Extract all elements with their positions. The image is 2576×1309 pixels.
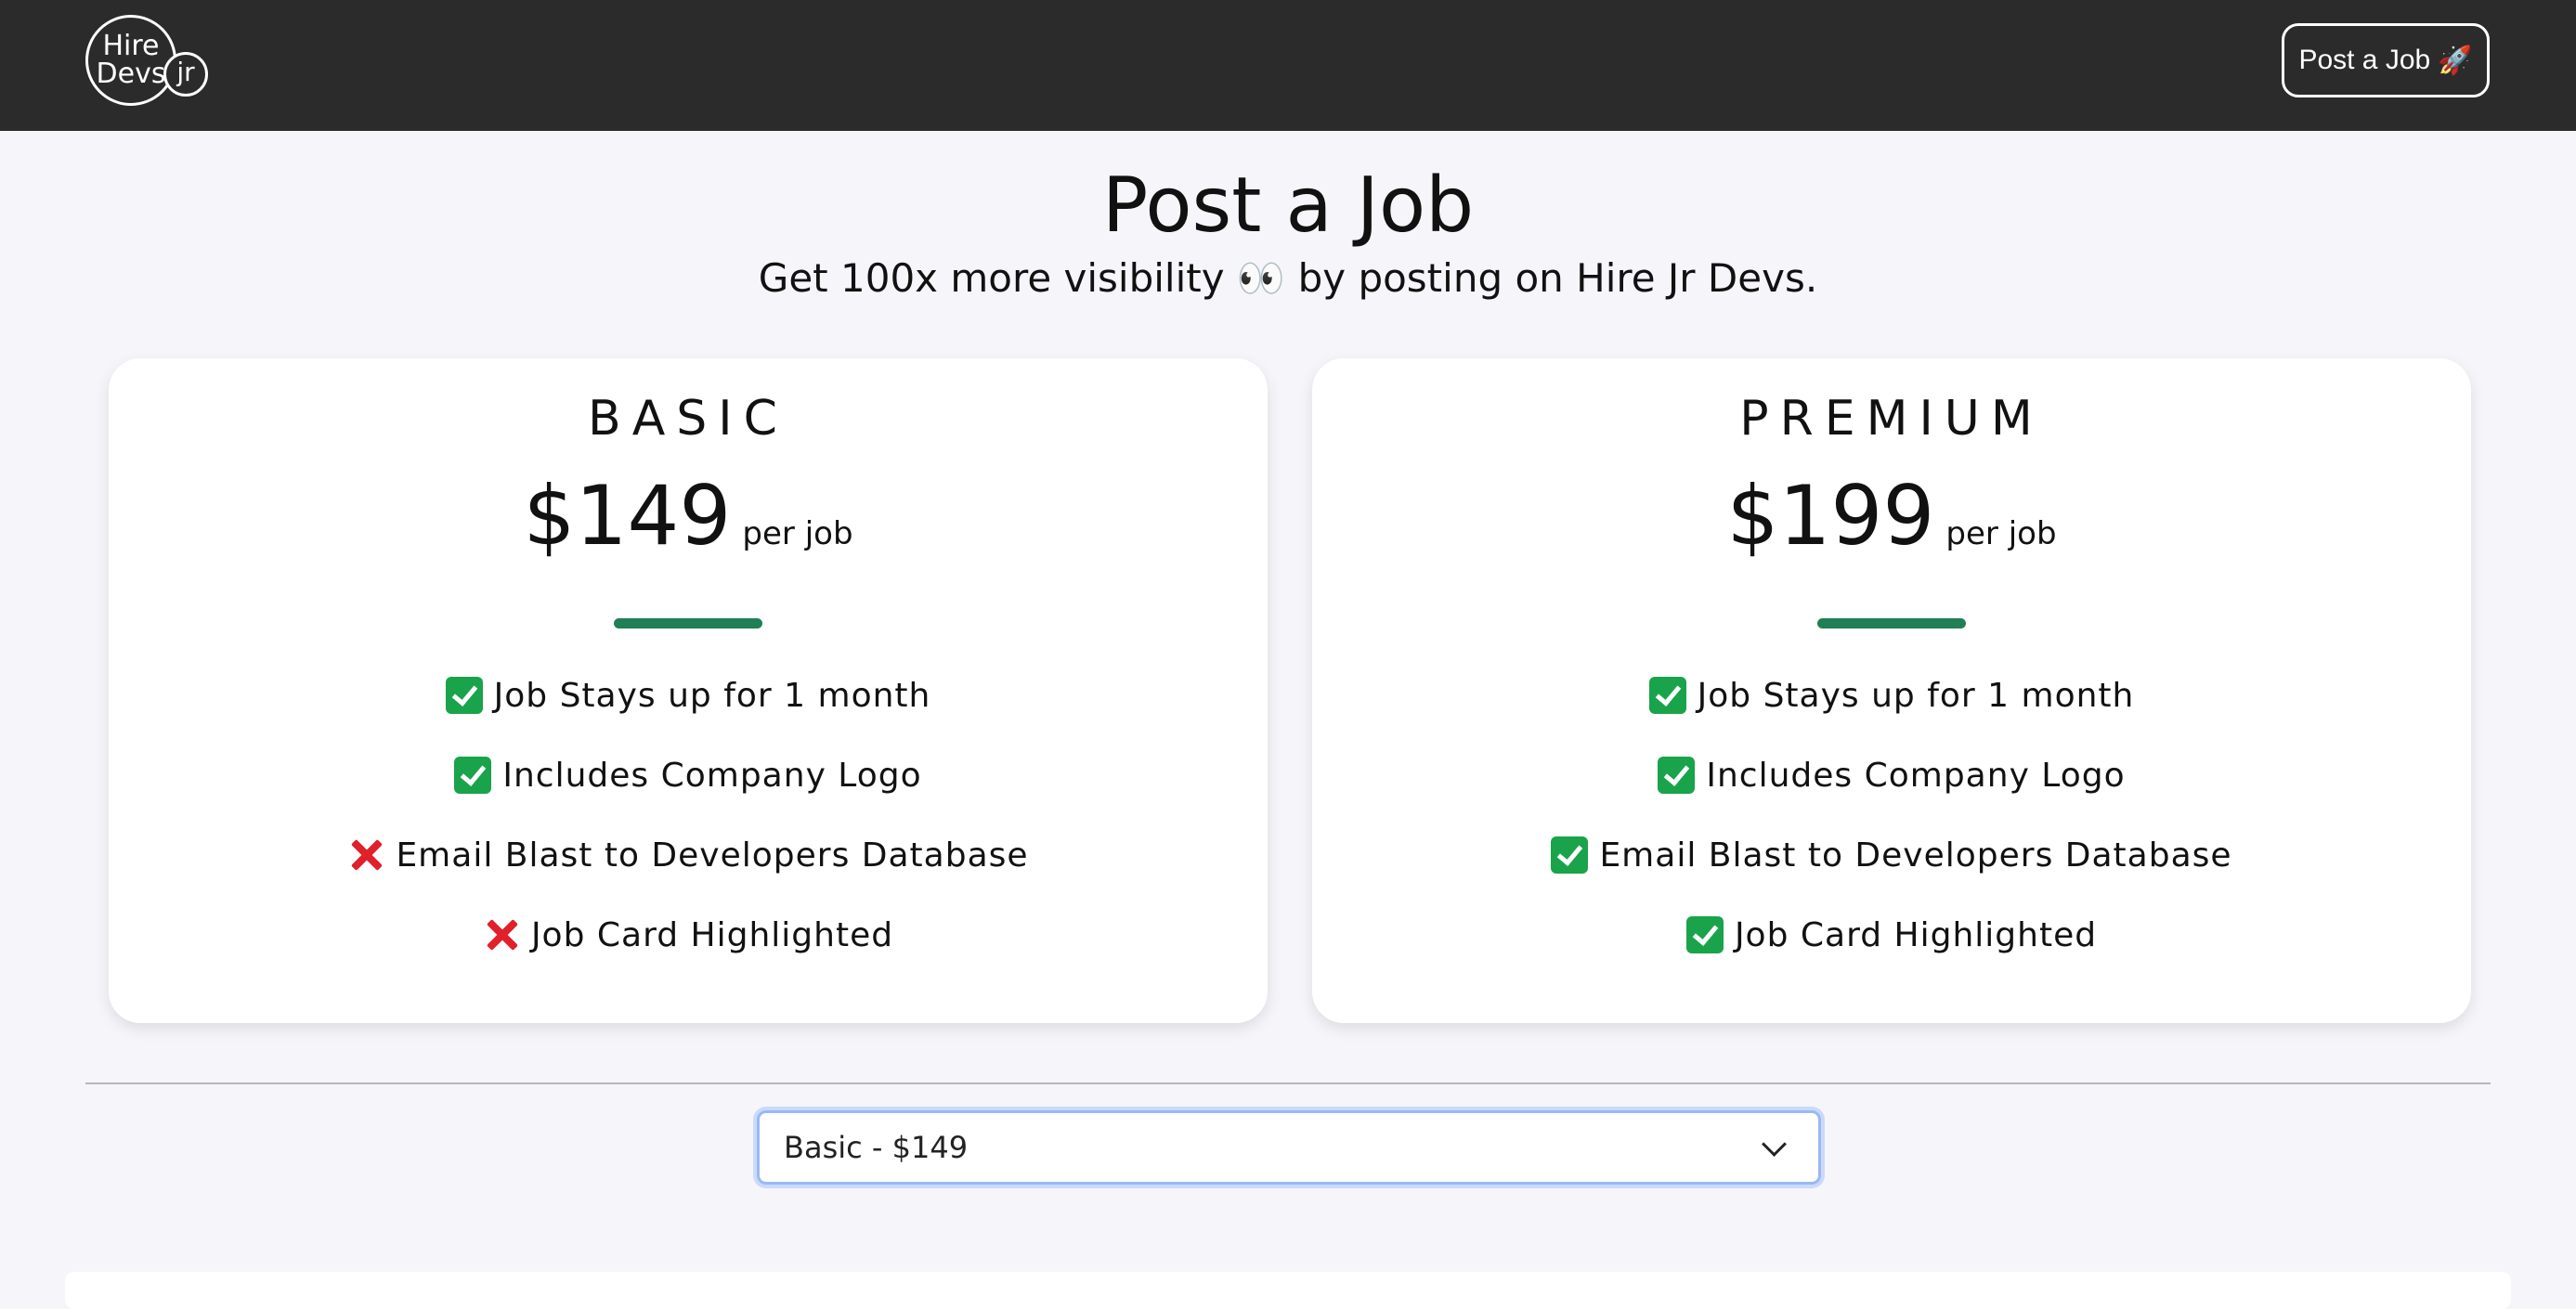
feature-item: Includes Company Logo [109, 735, 1268, 815]
logo-circle: Hire Devs [85, 15, 176, 106]
feature-item: Job Card Highlighted [109, 895, 1268, 975]
plan-name: PREMIUM [1739, 391, 2044, 447]
feature-text: Email Blast to Developers Database [396, 836, 1029, 875]
feature-list: Job Stays up for 1 month Includes Compan… [1312, 655, 2471, 975]
navbar: Hire Devs jr Post a Job 🚀 [0, 0, 2576, 131]
cross-icon [483, 916, 520, 953]
site-logo[interactable]: Hire Devs jr [85, 15, 215, 108]
feature-item: Email Blast to Developers Database [109, 815, 1268, 895]
logo-text-line2: Devs [96, 58, 166, 90]
feature-text: Job Stays up for 1 month [493, 676, 931, 715]
cross-icon [347, 836, 384, 874]
plan-price: $199 [1726, 468, 1935, 564]
logo-badge: jr [163, 52, 208, 97]
page-title: Post a Job [1101, 162, 1475, 250]
feature-text: Job Card Highlighted [1734, 915, 2098, 954]
plan-price: $149 [523, 468, 732, 564]
plan-select-value: Basic - $149 [784, 1130, 969, 1165]
feature-text: Job Card Highlighted [530, 915, 894, 954]
price-unit: per job [1945, 515, 2057, 552]
check-icon [1658, 757, 1696, 794]
feature-text: Includes Company Logo [502, 756, 922, 795]
price-unit: per job [742, 515, 853, 552]
plan-card-premium: PREMIUM $199 per job Job Stays up for 1 … [1312, 358, 2471, 1023]
feature-text: Job Stays up for 1 month [1697, 676, 2135, 715]
feature-item: Includes Company Logo [1312, 735, 2471, 815]
check-icon [1648, 677, 1686, 714]
accent-bar [1817, 618, 1966, 629]
post-a-job-button[interactable]: Post a Job 🚀 [2282, 23, 2490, 97]
feature-text: Includes Company Logo [1706, 756, 2126, 795]
plan-name: BASIC [588, 391, 788, 447]
check-icon [454, 757, 492, 794]
chevron-down-icon [1762, 1131, 1787, 1157]
form-card [65, 1272, 2511, 1309]
check-icon [1685, 916, 1724, 953]
feature-item: Email Blast to Developers Database [1312, 815, 2471, 895]
feature-text: Email Blast to Developers Database [1599, 836, 2232, 875]
logo-text-line1: Hire [102, 30, 160, 62]
plan-select[interactable]: Basic - $149 [757, 1110, 1821, 1185]
feature-item: Job Card Highlighted [1312, 895, 2471, 975]
check-icon [1551, 836, 1589, 874]
check-icon [445, 677, 483, 714]
feature-item: Job Stays up for 1 month [109, 655, 1268, 735]
rocket-icon: 🚀 [2438, 45, 2473, 76]
accent-bar [614, 618, 762, 629]
post-a-job-button-label: Post a Job [2298, 45, 2431, 75]
feature-list: Job Stays up for 1 month Includes Compan… [109, 655, 1268, 975]
price-row: $199 per job [1312, 470, 2471, 563]
section-divider [85, 1082, 2491, 1084]
plan-card-basic: BASIC $149 per job Job Stays up for 1 mo… [109, 358, 1268, 1023]
feature-item: Job Stays up for 1 month [1312, 655, 2471, 735]
page-subtitle: Get 100x more visibility 👀 by posting on… [758, 255, 1818, 301]
price-row: $149 per job [109, 470, 1268, 563]
